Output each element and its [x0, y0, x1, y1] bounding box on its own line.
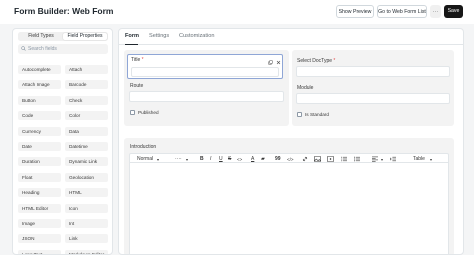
doctype-label: Select DocType *	[297, 58, 336, 64]
field-type-item[interactable]: Barcode	[65, 80, 108, 90]
field-type-item[interactable]: Markdown Editor	[65, 249, 108, 254]
field-type-item[interactable]: Heading	[18, 188, 61, 198]
search-input[interactable]	[28, 44, 106, 54]
editor-toolbar: Normal ▾ ···· ▾ B I U S <> A ▰ 99 </> ▾ …	[129, 153, 449, 163]
video-icon[interactable]	[327, 156, 334, 162]
doctype-input[interactable]	[296, 66, 450, 77]
title-label: Title *	[131, 57, 144, 63]
module-label: Module	[297, 85, 314, 91]
chevron-down-icon: ▾	[186, 156, 189, 162]
more-actions-button[interactable]: ···	[430, 5, 441, 18]
field-type-item[interactable]: Dynamic Link	[65, 157, 108, 167]
text-color-button[interactable]: A	[251, 156, 254, 163]
strikethrough-button[interactable]: S	[228, 156, 231, 163]
field-type-item[interactable]: Currency	[18, 126, 61, 136]
chevron-down-icon: ▾	[430, 156, 433, 162]
table-button[interactable]: Table	[413, 156, 425, 163]
field-type-item[interactable]: Date	[18, 142, 61, 151]
field-type-item[interactable]: JSON	[18, 234, 61, 244]
title-field-selected[interactable]: Title *	[127, 54, 283, 79]
search-box	[18, 44, 108, 54]
ordered-list-icon[interactable]	[341, 156, 347, 162]
code-block-button[interactable]: <>	[237, 156, 242, 163]
show-preview-button[interactable]: Show Preview	[336, 5, 374, 18]
indent-icon[interactable]	[390, 156, 396, 162]
image-icon[interactable]	[314, 156, 321, 162]
route-label: Route	[130, 83, 144, 89]
text-style-select[interactable]: Normal	[137, 156, 153, 163]
field-type-item[interactable]: Link	[65, 234, 108, 244]
field-type-item[interactable]: Icon	[65, 203, 108, 213]
underline-button[interactable]: U	[219, 156, 223, 163]
chevron-down-icon: ▾	[381, 156, 384, 162]
field-type-item[interactable]: Attach Image	[18, 80, 61, 90]
bold-button[interactable]: B	[200, 156, 204, 163]
italic-button[interactable]: I	[210, 156, 211, 163]
tab-customization[interactable]: Customization	[179, 33, 214, 39]
bullet-list-icon[interactable]	[354, 156, 360, 162]
search-icon	[21, 46, 26, 51]
sidebar-tabs: Field Types Field Properties	[18, 32, 108, 41]
field-type-item[interactable]: Long Text	[18, 249, 61, 254]
blockquote-button[interactable]: 99	[275, 156, 281, 163]
page-title: Form Builder: Web Form	[14, 6, 114, 16]
tab-form[interactable]: Form	[125, 33, 139, 39]
section-right[interactable]: Select DocType * Module Is Standard	[292, 50, 454, 126]
field-type-item[interactable]: Color	[65, 111, 108, 121]
field-type-item[interactable]: Duration	[18, 157, 61, 167]
field-type-item[interactable]: HTML	[65, 188, 108, 198]
field-type-item[interactable]: Float	[18, 172, 61, 182]
chevron-down-icon: ▾	[157, 156, 160, 162]
module-input[interactable]	[296, 93, 450, 104]
field-type-item[interactable]: Data	[65, 126, 108, 136]
active-tab-indicator	[125, 44, 138, 45]
align-left-icon[interactable]	[372, 156, 378, 162]
introduction-label: Introduction	[130, 144, 157, 150]
field-type-item[interactable]: Datetime	[65, 142, 108, 151]
field-type-item[interactable]: Int	[65, 219, 108, 228]
tab-field-types[interactable]: Field Types	[19, 33, 63, 40]
field-type-item[interactable]: Autocomplete	[18, 65, 61, 74]
field-type-item[interactable]: Button	[18, 95, 61, 105]
page-header: Form Builder: Web Form Show Preview Go t…	[0, 0, 474, 24]
go-to-list-button[interactable]: Go to Web Form List	[377, 5, 427, 18]
field-type-item[interactable]: Code	[18, 111, 61, 121]
field-type-item[interactable]: Image	[18, 219, 61, 228]
tab-settings[interactable]: Settings	[149, 33, 169, 39]
form-canvas: Form Settings Customization Title * Rout…	[118, 28, 464, 255]
field-type-item[interactable]: HTML Editor	[18, 203, 61, 213]
section-left[interactable]: Title * Route Published	[124, 50, 289, 126]
introduction-section[interactable]: Introduction Normal ▾ ···· ▾ B I U S <> …	[124, 138, 454, 254]
highlight-icon[interactable]: ▰	[261, 156, 265, 163]
main-tabs: Form Settings Customization	[119, 29, 463, 45]
code-icon[interactable]: </>	[287, 156, 294, 163]
link-icon[interactable]	[302, 156, 308, 162]
font-size-select[interactable]: ····	[175, 156, 182, 163]
tab-field-properties[interactable]: Field Properties	[63, 32, 107, 41]
published-label: Published	[138, 110, 159, 115]
remove-icon[interactable]	[276, 60, 281, 65]
is-standard-label: Is Standard	[305, 112, 329, 117]
field-type-item[interactable]: Check	[65, 95, 108, 105]
field-type-item[interactable]: Geolocation	[65, 172, 108, 182]
duplicate-icon[interactable]	[268, 60, 273, 65]
introduction-editor[interactable]	[129, 163, 449, 254]
published-checkbox[interactable]	[130, 110, 135, 115]
is-standard-checkbox[interactable]	[297, 112, 302, 117]
route-input[interactable]	[129, 91, 284, 102]
save-button[interactable]: Save	[444, 5, 463, 18]
field-type-item[interactable]: Attach	[65, 65, 108, 74]
title-input[interactable]	[131, 67, 279, 77]
field-sidebar: Field Types Field Properties Autocomplet…	[12, 28, 113, 255]
